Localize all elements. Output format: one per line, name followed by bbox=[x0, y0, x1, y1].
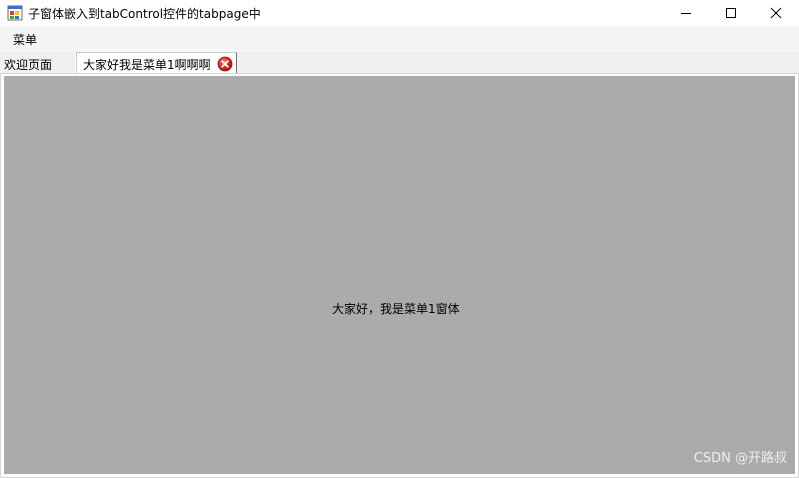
watermark: CSDN @开路叔 bbox=[693, 451, 787, 466]
maximize-icon bbox=[726, 8, 736, 18]
tab-menu1[interactable]: 大家好我是菜单1啊啊啊 bbox=[76, 52, 237, 74]
tab-welcome[interactable]: 欢迎页面 bbox=[0, 54, 76, 73]
red-x-close-icon[interactable] bbox=[217, 56, 233, 72]
menu-bar: 菜单 bbox=[0, 26, 799, 52]
tab-label: 欢迎页面 bbox=[4, 58, 53, 72]
child-form-label: 大家好，我是菜单1窗体 bbox=[332, 302, 460, 316]
menu-item-caidan[interactable]: 菜单 bbox=[6, 29, 44, 50]
child-form-menu1: 大家好，我是菜单1窗体 CSDN @开路叔 bbox=[4, 76, 795, 474]
minimize-icon bbox=[681, 13, 691, 14]
app-window: 子窗体嵌入到tabControl控件的tabpage中 菜单 欢迎页面 大家好我 bbox=[0, 0, 799, 478]
title-bar[interactable]: 子窗体嵌入到tabControl控件的tabpage中 bbox=[0, 0, 799, 26]
tab-strip: 欢迎页面 大家好我是菜单1啊啊啊 bbox=[0, 52, 799, 74]
close-icon bbox=[770, 7, 782, 19]
tab-label: 大家好我是菜单1啊啊啊 bbox=[83, 58, 211, 72]
minimize-button[interactable] bbox=[663, 0, 709, 26]
close-button[interactable] bbox=[753, 0, 799, 26]
maximize-button[interactable] bbox=[708, 0, 754, 26]
tab-page-menu1: 大家好，我是菜单1窗体 CSDN @开路叔 bbox=[0, 73, 799, 478]
winforms-app-icon bbox=[7, 5, 23, 21]
window-title: 子窗体嵌入到tabControl控件的tabpage中 bbox=[28, 7, 261, 21]
